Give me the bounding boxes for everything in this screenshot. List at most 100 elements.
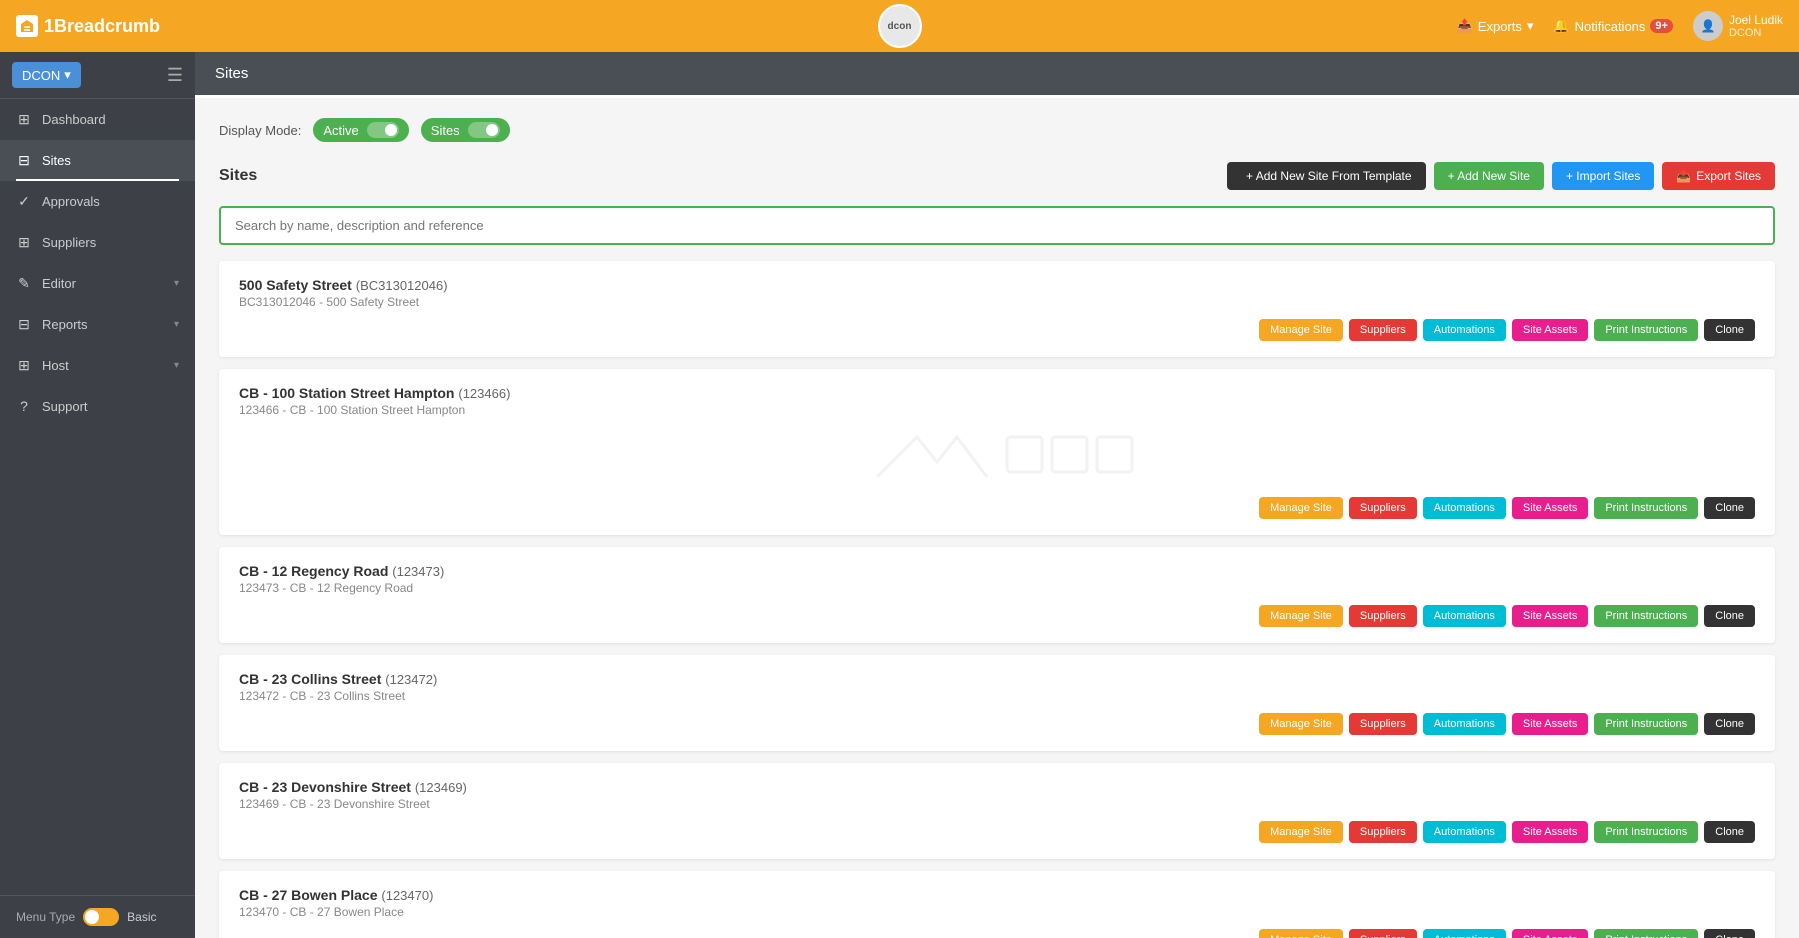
export-sites-button[interactable]: 📤 Export Sites <box>1662 162 1775 190</box>
sites-title: Sites <box>219 167 257 185</box>
site-info: CB - 23 Collins Street (123472) 123472 -… <box>239 671 1755 703</box>
menu-type-toggle[interactable] <box>83 908 119 926</box>
notifications-button[interactable]: 🔔 Notifications 9+ <box>1553 18 1673 34</box>
org-label: DCON <box>22 68 60 83</box>
sidebar-item-sites[interactable]: ⊟ Sites <box>0 140 195 181</box>
clone-button[interactable]: Clone <box>1704 713 1755 735</box>
sites-toggle-switch[interactable] <box>468 122 500 138</box>
automations-button[interactable]: Automations <box>1423 929 1506 938</box>
sidebar-item-host[interactable]: ⊞ Host ▾ <box>0 345 195 386</box>
automations-button[interactable]: Automations <box>1423 497 1506 519</box>
exports-chevron: ▾ <box>1527 18 1534 34</box>
site-code: (123469) <box>415 780 467 795</box>
add-from-template-button[interactable]: + Add New Site From Template <box>1227 162 1426 190</box>
manage-site-button[interactable]: Manage Site <box>1259 929 1343 938</box>
clone-button[interactable]: Clone <box>1704 319 1755 341</box>
active-label: Active <box>323 123 358 138</box>
approvals-icon: ✓ <box>16 193 32 210</box>
site-assets-button[interactable]: Site Assets <box>1512 605 1588 627</box>
user-menu[interactable]: 👤 Joel Ludik DCON <box>1693 11 1783 41</box>
add-new-site-button[interactable]: + Add New Site <box>1434 162 1544 190</box>
site-name: CB - 23 Devonshire Street (123469) <box>239 779 1755 795</box>
site-card-top: 500 Safety Street (BC313012046) BC313012… <box>239 277 1755 309</box>
site-assets-button[interactable]: Site Assets <box>1512 319 1588 341</box>
print-instructions-button[interactable]: Print Instructions <box>1594 319 1698 341</box>
suppliers-button[interactable]: Suppliers <box>1349 929 1417 938</box>
automations-button[interactable]: Automations <box>1423 821 1506 843</box>
site-code: (123472) <box>385 672 437 687</box>
content-area: Sites Display Mode: Active Sites Sites <box>195 52 1799 938</box>
site-name: CB - 12 Regency Road (123473) <box>239 563 1755 579</box>
site-actions: Manage Site Suppliers Automations Site A… <box>1259 605 1755 627</box>
display-mode-label: Display Mode: <box>219 123 301 138</box>
site-assets-button[interactable]: Site Assets <box>1512 821 1588 843</box>
suppliers-button[interactable]: Suppliers <box>1349 605 1417 627</box>
suppliers-button[interactable]: Suppliers <box>1349 821 1417 843</box>
sidebar-item-reports[interactable]: ⊟ Reports ▾ <box>0 304 195 345</box>
active-toggle[interactable]: Active <box>313 118 408 142</box>
sidebar-item-suppliers[interactable]: ⊞ Suppliers <box>0 222 195 263</box>
clone-button[interactable]: Clone <box>1704 821 1755 843</box>
site-card-top: CB - 23 Devonshire Street (123469) 12346… <box>239 779 1755 811</box>
clone-button[interactable]: Clone <box>1704 929 1755 938</box>
sites-actions: + Add New Site From Template + Add New S… <box>1227 162 1775 190</box>
sidebar-footer: Menu Type Basic <box>0 895 195 938</box>
sites-toggle[interactable]: Sites <box>421 118 510 142</box>
org-button[interactable]: DCON ▾ <box>12 62 81 88</box>
manage-site-button[interactable]: Manage Site <box>1259 605 1343 627</box>
sidebar-item-label: Reports <box>42 317 164 332</box>
site-assets-button[interactable]: Site Assets <box>1512 497 1588 519</box>
site-ref: 123466 - CB - 100 Station Street Hampton <box>239 403 1755 417</box>
print-instructions-button[interactable]: Print Instructions <box>1594 929 1698 938</box>
sidebar-item-dashboard[interactable]: ⊞ Dashboard <box>0 99 195 140</box>
site-card: CB - 23 Devonshire Street (123469) 12346… <box>219 763 1775 859</box>
center-logo: dcon <box>878 4 922 48</box>
sidebar-item-support[interactable]: ? Support <box>0 386 195 426</box>
site-info: CB - 23 Devonshire Street (123469) 12346… <box>239 779 1755 811</box>
print-instructions-button[interactable]: Print Instructions <box>1594 713 1698 735</box>
site-assets-button[interactable]: Site Assets <box>1512 713 1588 735</box>
manage-site-button[interactable]: Manage Site <box>1259 319 1343 341</box>
hamburger-icon[interactable]: ☰ <box>167 65 183 86</box>
manage-site-button[interactable]: Manage Site <box>1259 821 1343 843</box>
site-code: (123473) <box>392 564 444 579</box>
clone-button[interactable]: Clone <box>1704 497 1755 519</box>
top-navigation: 1Breadcrumb dcon 📤 Exports ▾ 🔔 Notificat… <box>0 0 1799 52</box>
sidebar-item-label: Approvals <box>42 194 179 209</box>
print-instructions-button[interactable]: Print Instructions <box>1594 497 1698 519</box>
site-card-top: CB - 23 Collins Street (123472) 123472 -… <box>239 671 1755 703</box>
page-title: Sites <box>215 65 248 82</box>
site-code: (BC313012046) <box>356 278 448 293</box>
site-actions: Manage Site Suppliers Automations Site A… <box>1259 497 1755 519</box>
suppliers-button[interactable]: Suppliers <box>1349 713 1417 735</box>
manage-site-button[interactable]: Manage Site <box>1259 713 1343 735</box>
automations-button[interactable]: Automations <box>1423 713 1506 735</box>
site-assets-button[interactable]: Site Assets <box>1512 929 1588 938</box>
suppliers-button[interactable]: Suppliers <box>1349 497 1417 519</box>
suppliers-icon: ⊞ <box>16 234 32 251</box>
manage-site-button[interactable]: Manage Site <box>1259 497 1343 519</box>
search-input[interactable] <box>219 206 1775 245</box>
active-toggle-switch[interactable] <box>367 122 399 138</box>
site-card-top: CB - 27 Bowen Place (123470) 123470 - CB… <box>239 887 1755 919</box>
reports-icon: ⊟ <box>16 316 32 333</box>
org-chevron: ▾ <box>64 67 71 83</box>
sidebar-item-editor[interactable]: ✎ Editor ▾ <box>0 263 195 304</box>
logo-icon <box>16 15 38 37</box>
clone-button[interactable]: Clone <box>1704 605 1755 627</box>
site-actions: Manage Site Suppliers Automations Site A… <box>1259 929 1755 938</box>
automations-button[interactable]: Automations <box>1423 605 1506 627</box>
logo[interactable]: 1Breadcrumb <box>16 15 160 37</box>
automations-button[interactable]: Automations <box>1423 319 1506 341</box>
suppliers-button[interactable]: Suppliers <box>1349 319 1417 341</box>
exports-button[interactable]: 📤 Exports ▾ <box>1457 18 1534 34</box>
print-instructions-button[interactable]: Print Instructions <box>1594 821 1698 843</box>
site-card-top: CB - 12 Regency Road (123473) 123473 - C… <box>239 563 1755 595</box>
main-layout: DCON ▾ ☰ ⊞ Dashboard ⊟ Sites ✓ Approvals… <box>0 52 1799 938</box>
import-sites-button[interactable]: + Import Sites <box>1552 162 1654 190</box>
site-ref: 123473 - CB - 12 Regency Road <box>239 581 1755 595</box>
site-ref: 123470 - CB - 27 Bowen Place <box>239 905 1755 919</box>
sidebar-item-label: Host <box>42 358 164 373</box>
sidebar-item-approvals[interactable]: ✓ Approvals <box>0 181 195 222</box>
print-instructions-button[interactable]: Print Instructions <box>1594 605 1698 627</box>
